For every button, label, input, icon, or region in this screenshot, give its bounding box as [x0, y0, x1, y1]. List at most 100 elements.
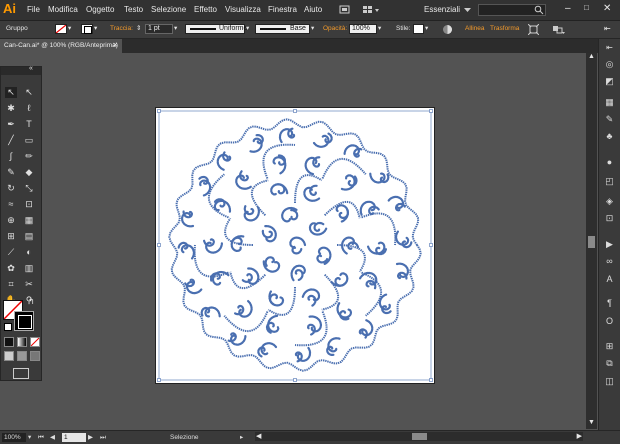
rectangle-icon[interactable]: ▭	[23, 135, 35, 146]
draw-normal-icon[interactable]	[4, 351, 14, 361]
scroll-down-icon[interactable]: ▼	[588, 419, 595, 426]
menu-testo[interactable]: Testo	[124, 5, 143, 14]
stroke-weight-dropdown-icon[interactable]: ▾	[174, 24, 177, 34]
bounding-box-handle[interactable]	[157, 378, 161, 382]
brush-icon[interactable]: ∫	[5, 151, 17, 162]
vertical-scroll-thumb[interactable]	[588, 236, 595, 248]
tools-panel-header[interactable]: «	[1, 65, 41, 75]
color-mode-icon[interactable]	[4, 337, 14, 347]
opentype-icon[interactable]: O	[603, 315, 616, 327]
symbols-icon[interactable]: ♣	[603, 130, 616, 142]
menu-aiuto[interactable]: Aiuto	[304, 5, 322, 14]
menu-finestra[interactable]: Finestra	[268, 5, 297, 14]
stroke-weight-field[interactable]: 1 pt	[145, 24, 173, 34]
ornament-artwork[interactable]	[156, 108, 434, 383]
maximize-icon[interactable]: □	[584, 3, 589, 12]
appearance-icon[interactable]: ◰	[603, 175, 616, 187]
align-panel-icon[interactable]: ⊞	[603, 340, 616, 352]
gradient-icon[interactable]: ▤	[23, 231, 35, 242]
bounding-box-handle[interactable]	[157, 243, 161, 247]
bounding-box-handle[interactable]	[429, 109, 433, 113]
bounding-box-handle[interactable]	[429, 243, 433, 247]
paragraph-icon[interactable]: ¶	[603, 297, 616, 309]
magic-wand-icon[interactable]: ✱	[5, 103, 17, 114]
transform-link[interactable]: Trasforma	[490, 24, 519, 34]
opacity-field[interactable]: 100%	[349, 24, 377, 34]
zoom-field[interactable]: 100%	[2, 433, 26, 442]
lasso-icon[interactable]: ℓ	[23, 103, 35, 114]
layers-icon[interactable]: ◈	[603, 195, 616, 207]
pencil-icon[interactable]: ✏	[23, 151, 35, 162]
menu-visualizza[interactable]: Visualizza	[225, 5, 261, 14]
slice-icon[interactable]: ✂	[23, 279, 35, 290]
direct-selection-icon[interactable]: ↖	[23, 87, 35, 98]
mesh-icon[interactable]: ⊞	[5, 231, 17, 242]
artboards-icon[interactable]: ⊡	[603, 212, 616, 224]
artboard-number-field[interactable]: 1	[62, 433, 86, 442]
bounding-box-handle[interactable]	[293, 109, 297, 113]
brush-select[interactable]: Base	[255, 24, 310, 34]
opacity-label[interactable]: Opacità:	[323, 24, 347, 34]
horizontal-scrollbar[interactable]: ◀ ▶	[255, 432, 583, 441]
swatches-icon[interactable]: ▦	[603, 96, 616, 108]
tab-close-icon[interactable]: ✕	[113, 39, 118, 53]
rotate-icon[interactable]: ↻	[5, 183, 17, 194]
menu-modifica[interactable]: Modifica	[48, 5, 78, 14]
brush-dropdown-icon[interactable]: ▾	[311, 24, 314, 34]
artboard[interactable]	[155, 107, 435, 384]
screen-mode-icon[interactable]	[13, 368, 29, 379]
line-icon[interactable]: ╱	[5, 135, 17, 146]
last-artboard-icon[interactable]: ⏭	[100, 433, 106, 442]
eyedropper-icon[interactable]: ⟋	[5, 247, 17, 258]
type-icon[interactable]: T	[23, 119, 35, 130]
brushes-icon[interactable]: ✎	[603, 113, 616, 125]
perspective-icon[interactable]: ▦	[23, 215, 35, 226]
collapse-panel-icon[interactable]: «	[29, 65, 33, 72]
status-tool-info[interactable]: Selezione	[170, 433, 199, 442]
fill-swatch[interactable]	[55, 24, 67, 34]
stroke-panel-icon[interactable]: ●	[603, 156, 616, 168]
chevron-down-icon[interactable]	[462, 4, 473, 15]
fill-dropdown-icon[interactable]: ▾	[68, 24, 71, 34]
stroke-dropdown-icon[interactable]: ▾	[94, 24, 97, 34]
opacity-dropdown-icon[interactable]: ▾	[378, 24, 381, 34]
eraser-icon[interactable]: ◆	[23, 167, 35, 178]
symbol-sprayer-icon[interactable]: ✿	[5, 263, 17, 274]
selection-icon[interactable]: ↖	[5, 87, 17, 98]
artboard-icon[interactable]: ⌗	[5, 279, 17, 290]
first-artboard-icon[interactable]: ⏮	[38, 433, 44, 442]
warp-icon[interactable]: ≈	[5, 199, 17, 210]
pen-icon[interactable]: ✒	[5, 119, 17, 130]
gradient-mode-icon[interactable]	[17, 337, 27, 347]
links-icon[interactable]: ∞	[603, 255, 616, 267]
draw-behind-icon[interactable]	[17, 351, 27, 361]
free-transform-icon[interactable]: ⊡	[23, 199, 35, 210]
blend-icon[interactable]: ◐	[23, 247, 35, 258]
previous-artboard-icon[interactable]: ◀	[50, 433, 55, 442]
menu-oggetto[interactable]: Oggetto	[86, 5, 114, 14]
profile-dropdown-icon[interactable]: ▾	[246, 24, 249, 34]
color-panel-icon[interactable]: ◩	[603, 75, 616, 87]
vertical-scrollbar[interactable]: ▲ ▼	[586, 53, 597, 429]
status-menu-icon[interactable]: ▸	[240, 433, 243, 442]
recolor-artwork-icon[interactable]	[442, 24, 453, 35]
select-similar-icon[interactable]	[552, 24, 565, 35]
transform-panel-icon[interactable]: ⧉	[603, 357, 616, 369]
draw-inside-icon[interactable]	[30, 351, 40, 361]
bounding-box-handle[interactable]	[157, 109, 161, 113]
stroke-stepper-icon[interactable]: ⇕	[136, 24, 141, 34]
horizontal-scroll-thumb[interactable]	[412, 433, 427, 440]
arrange-documents-icon[interactable]	[362, 4, 380, 15]
scale-icon[interactable]: ⤡	[23, 183, 35, 194]
scroll-up-icon[interactable]: ▲	[588, 53, 595, 60]
style-dropdown-icon[interactable]: ▾	[425, 24, 428, 34]
minimize-icon[interactable]: –	[565, 3, 571, 14]
document-tab[interactable]: Can-Can.ai* @ 100% (RGB/Anteprima) ✕	[0, 39, 122, 53]
character-icon[interactable]: A	[603, 273, 616, 285]
menu-file[interactable]: File	[27, 5, 40, 14]
none-mode-icon[interactable]	[30, 337, 40, 347]
stroke-label[interactable]: Traccia:	[110, 24, 133, 34]
swap-colors-icon[interactable]: ↰	[28, 297, 35, 306]
bridge-icon[interactable]	[339, 4, 350, 15]
graphic-style-swatch[interactable]	[413, 24, 424, 34]
